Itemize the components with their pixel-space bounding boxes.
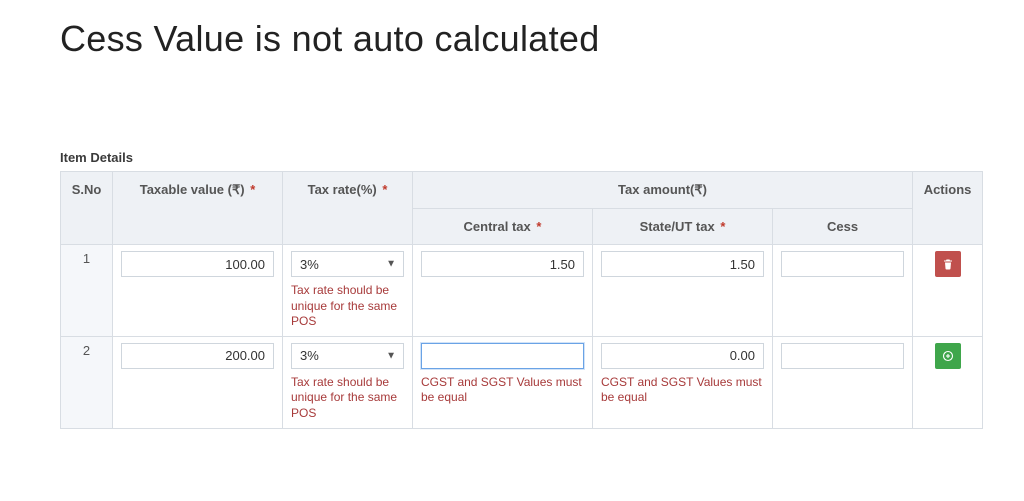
required-marker: * (536, 219, 541, 234)
required-marker: * (382, 182, 387, 197)
central-tax-error: CGST and SGST Values must be equal (421, 375, 584, 406)
plus-circle-icon (942, 350, 954, 362)
required-marker: * (720, 219, 725, 234)
tax-rate-error: Tax rate should be unique for the same P… (291, 375, 404, 422)
item-details-table: S.No Taxable value (₹) * Tax rate(%) * T… (60, 171, 983, 429)
tax-rate-select[interactable]: 0%0.25%3%5%12%18%28% (291, 343, 404, 369)
add-row-button[interactable] (935, 343, 961, 369)
required-marker: * (250, 182, 255, 197)
central-tax-input[interactable] (421, 251, 584, 277)
tax-rate-select[interactable]: 0%0.25%3%5%12%18%28% (291, 251, 404, 277)
col-header-actions: Actions (913, 172, 983, 245)
state-ut-tax-input[interactable] (601, 251, 764, 277)
col-header-tax-amount-group: Tax amount(₹) (413, 172, 913, 209)
cess-input[interactable] (781, 343, 904, 369)
central-tax-input[interactable] (421, 343, 584, 369)
row-sno: 2 (61, 336, 113, 428)
table-row: 20%0.25%3%5%12%18%28%▼Tax rate should be… (61, 336, 983, 428)
trash-icon (942, 258, 954, 270)
state-ut-tax-error: CGST and SGST Values must be equal (601, 375, 764, 406)
page-title: Cess Value is not auto calculated (60, 18, 964, 60)
section-label-item-details: Item Details (60, 150, 964, 165)
taxable-value-input[interactable] (121, 251, 274, 277)
cess-input[interactable] (781, 251, 904, 277)
col-header-sno: S.No (61, 172, 113, 245)
state-ut-tax-input[interactable] (601, 343, 764, 369)
tax-rate-error: Tax rate should be unique for the same P… (291, 283, 404, 330)
table-row: 10%0.25%3%5%12%18%28%▼Tax rate should be… (61, 245, 983, 337)
col-header-taxable-value: Taxable value (₹) * (113, 172, 283, 245)
col-header-cess: Cess (773, 209, 913, 245)
col-header-tax-rate: Tax rate(%) * (283, 172, 413, 245)
delete-row-button[interactable] (935, 251, 961, 277)
taxable-value-input[interactable] (121, 343, 274, 369)
row-sno: 1 (61, 245, 113, 337)
col-header-central-tax: Central tax * (413, 209, 593, 245)
col-header-state-ut-tax: State/UT tax * (593, 209, 773, 245)
